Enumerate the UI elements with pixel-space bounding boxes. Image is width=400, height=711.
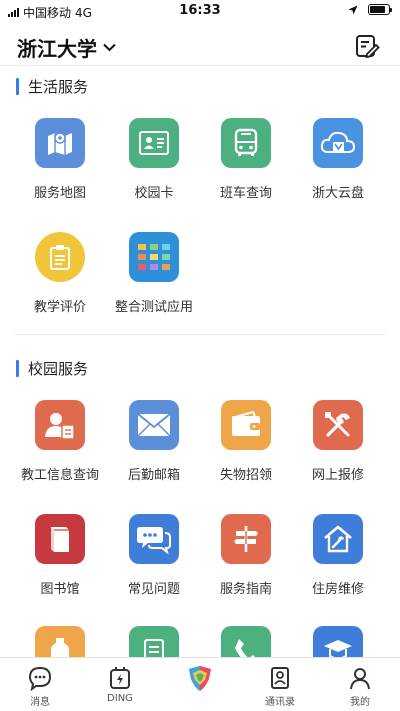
tile-library[interactable]: 图书馆 bbox=[12, 514, 108, 612]
tile-label: 校园卡 bbox=[134, 186, 174, 201]
tab-label: DING bbox=[107, 693, 133, 704]
section-life-header: 生活服务 bbox=[16, 76, 88, 97]
tile-label: 服务地图 bbox=[33, 186, 86, 201]
section-divider bbox=[15, 334, 385, 335]
tile-teaching-evaluation[interactable]: 教学评价 bbox=[12, 232, 108, 330]
bus-icon bbox=[221, 118, 271, 168]
message-icon bbox=[28, 666, 52, 691]
tab-label: 消息 bbox=[30, 697, 50, 708]
edit-list-icon[interactable] bbox=[354, 33, 380, 59]
app-header: 浙江大学 bbox=[0, 26, 400, 66]
tile-label: 浙大云盘 bbox=[311, 186, 364, 201]
tile-label: 网上报修 bbox=[311, 468, 364, 483]
contacts-icon bbox=[271, 667, 289, 689]
mail-icon bbox=[129, 400, 179, 450]
tile-lost-and-found[interactable]: 失物招领 bbox=[198, 400, 294, 498]
tab-contacts[interactable]: 通讯录 bbox=[240, 664, 320, 708]
status-bar: 中国移动 4G 16:33 bbox=[0, 0, 400, 22]
tab-label: 通讯录 bbox=[265, 697, 295, 708]
status-time: 16:33 bbox=[179, 3, 221, 18]
tile-label: 失物招领 bbox=[219, 468, 272, 483]
wallet-icon bbox=[221, 400, 271, 450]
graduation-cap-icon bbox=[313, 626, 363, 657]
tile-label: 教学评价 bbox=[33, 300, 86, 315]
tile-label: 服务指南 bbox=[219, 582, 272, 597]
tile-partial[interactable] bbox=[290, 626, 386, 657]
tile-label: 住房维修 bbox=[311, 582, 364, 597]
tile-service-map[interactable]: 服务地图 bbox=[12, 118, 108, 216]
section-accent-bar bbox=[16, 360, 19, 377]
app-grid-icon bbox=[129, 232, 179, 282]
tile-shuttle-bus[interactable]: 班车查询 bbox=[198, 118, 294, 216]
tile-partial[interactable] bbox=[198, 626, 294, 657]
house-repair-icon bbox=[313, 514, 363, 564]
tile-staff-info-query[interactable]: 教工信息查询 bbox=[12, 400, 108, 498]
document-list-icon bbox=[129, 626, 179, 657]
organization-switcher[interactable]: 浙江大学 bbox=[17, 33, 116, 62]
tab-label: 我的 bbox=[350, 697, 370, 708]
bottom-tab-bar: 消息 DING 通讯录 我的 bbox=[0, 657, 400, 711]
battery-level bbox=[370, 6, 386, 13]
ding-icon bbox=[110, 667, 130, 689]
tile-label: 常见问题 bbox=[127, 582, 180, 597]
app-icon bbox=[35, 626, 85, 657]
tab-ding[interactable]: DING bbox=[80, 664, 160, 704]
organization-name: 浙江大学 bbox=[17, 37, 97, 61]
app-logo-icon bbox=[189, 666, 211, 691]
profile-icon bbox=[350, 668, 370, 690]
phone-icon bbox=[221, 626, 271, 657]
map-icon bbox=[35, 118, 85, 168]
chat-icon bbox=[129, 514, 179, 564]
staff-info-icon bbox=[35, 400, 85, 450]
tile-label: 班车查询 bbox=[219, 186, 272, 201]
tile-faq[interactable]: 常见问题 bbox=[106, 514, 202, 612]
tab-profile[interactable]: 我的 bbox=[320, 664, 400, 708]
tab-workspace[interactable] bbox=[160, 664, 240, 692]
section-title: 校园服务 bbox=[28, 360, 89, 378]
location-arrow-icon bbox=[348, 5, 358, 14]
section-campus-header: 校园服务 bbox=[16, 358, 88, 379]
chevron-down-icon bbox=[103, 43, 116, 52]
tile-integration-test-app[interactable]: 整合测试应用 bbox=[106, 232, 202, 330]
tile-housing-repair[interactable]: 住房维修 bbox=[290, 514, 386, 612]
tile-partial[interactable] bbox=[106, 626, 202, 657]
tile-label: 教工信息查询 bbox=[20, 468, 99, 483]
cloud-drive-icon bbox=[313, 118, 363, 168]
tile-logistics-mailbox[interactable]: 后勤邮箱 bbox=[106, 400, 202, 498]
tile-campus-card[interactable]: 校园卡 bbox=[106, 118, 202, 216]
section-title: 生活服务 bbox=[28, 78, 89, 96]
signpost-icon bbox=[221, 514, 271, 564]
book-icon bbox=[35, 514, 85, 564]
tools-icon bbox=[313, 400, 363, 450]
tab-messages[interactable]: 消息 bbox=[0, 664, 80, 708]
clipboard-icon bbox=[35, 232, 85, 282]
battery-icon bbox=[368, 4, 392, 15]
tile-service-guide[interactable]: 服务指南 bbox=[198, 514, 294, 612]
tile-cloud-drive[interactable]: 浙大云盘 bbox=[290, 118, 386, 216]
tile-online-repair[interactable]: 网上报修 bbox=[290, 400, 386, 498]
id-card-icon bbox=[129, 118, 179, 168]
tile-label: 图书馆 bbox=[40, 582, 80, 597]
section-accent-bar bbox=[16, 78, 19, 95]
tile-partial[interactable] bbox=[12, 626, 108, 657]
tile-label: 整合测试应用 bbox=[114, 300, 193, 315]
status-right bbox=[348, 4, 392, 15]
services-content[interactable]: 生活服务 服务地图 校园卡 班车查询 浙大云盘 教学评价 整合测试应用 校园服务… bbox=[0, 67, 400, 657]
tile-label: 后勤邮箱 bbox=[127, 468, 180, 483]
